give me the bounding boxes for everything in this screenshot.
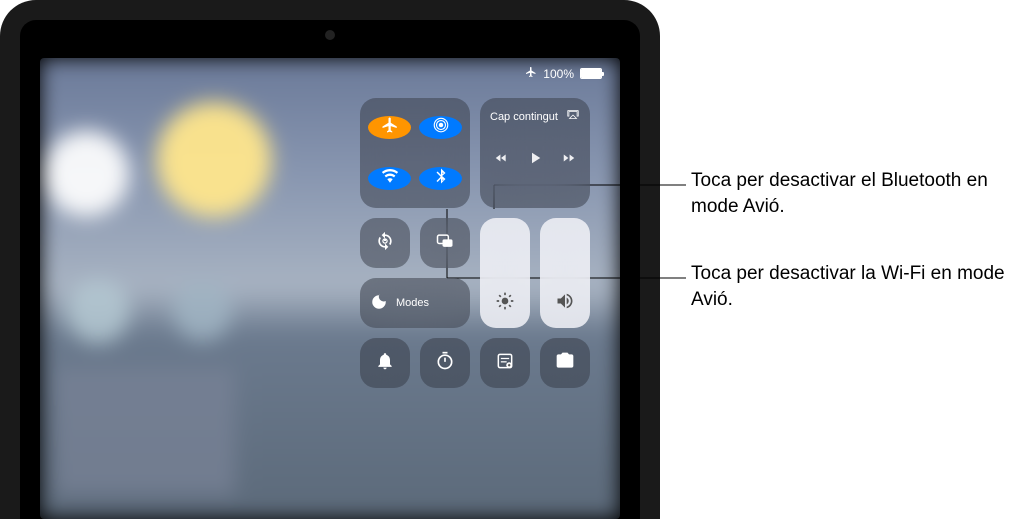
front-camera	[325, 30, 335, 40]
camera-icon	[555, 351, 575, 376]
volume-slider[interactable]	[540, 218, 590, 328]
airdrop-toggle[interactable]	[419, 116, 462, 139]
forward-icon[interactable]	[562, 151, 576, 170]
volume-icon	[555, 291, 575, 316]
media-title-label: Cap contingut	[490, 111, 558, 123]
battery-percent-label: 100%	[543, 67, 574, 81]
connectivity-group[interactable]	[360, 98, 470, 208]
tablet-screen: 100% Cap	[40, 58, 620, 519]
callout-bluetooth: Toca per desactivar el Bluetooth en mode…	[691, 168, 1011, 220]
airplane-icon	[381, 116, 399, 139]
play-icon[interactable]	[526, 149, 544, 172]
control-center: Cap contingut Modes	[360, 98, 600, 388]
wifi-icon	[381, 167, 399, 190]
airplay-icon[interactable]	[566, 108, 580, 125]
moon-icon	[370, 293, 388, 314]
brightness-slider[interactable]	[480, 218, 530, 328]
quick-note-button[interactable]	[480, 338, 530, 388]
rewind-icon[interactable]	[494, 151, 508, 170]
modes-label: Modes	[396, 297, 429, 309]
airplane-mode-toggle[interactable]	[368, 116, 411, 139]
timer-icon	[435, 351, 455, 376]
wifi-toggle[interactable]	[368, 167, 411, 190]
rotation-lock-toggle[interactable]	[360, 218, 410, 268]
bluetooth-icon	[432, 167, 450, 190]
tablet-frame: 100% Cap	[0, 0, 660, 519]
camera-button[interactable]	[540, 338, 590, 388]
brightness-icon	[495, 291, 515, 316]
timer-button[interactable]	[420, 338, 470, 388]
callout-wifi: Toca per desactivar la Wi-Fi en mode Avi…	[691, 261, 1011, 313]
media-playback-tile[interactable]: Cap contingut	[480, 98, 590, 208]
screen-mirroring-toggle[interactable]	[420, 218, 470, 268]
focus-modes-button[interactable]: Modes	[360, 278, 470, 328]
airdrop-icon	[432, 116, 450, 139]
notes-icon	[495, 351, 515, 376]
bluetooth-toggle[interactable]	[419, 167, 462, 190]
battery-icon	[580, 68, 602, 79]
airplane-mode-indicator-icon	[525, 66, 537, 81]
status-bar: 100%	[525, 66, 602, 81]
rotation-lock-icon	[375, 231, 395, 256]
media-controls	[494, 149, 576, 172]
silent-mode-toggle[interactable]	[360, 338, 410, 388]
bell-icon	[375, 351, 395, 376]
screen-mirroring-icon	[435, 231, 455, 256]
